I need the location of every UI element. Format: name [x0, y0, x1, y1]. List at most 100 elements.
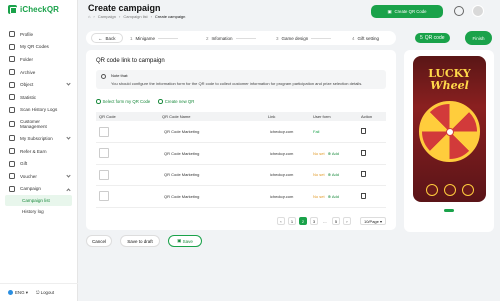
sidebar-item-label: Customer Management [20, 118, 47, 130]
gift-icon [9, 160, 15, 167]
sidebar-item-archive[interactable]: Archive [0, 66, 77, 79]
save-button[interactable]: ▣ Save [168, 235, 202, 247]
sidebar-subitem-campaign-list[interactable]: Campaign list [5, 195, 72, 207]
step-qr-code[interactable]: 5 QR code [415, 33, 450, 43]
qr-link[interactable]: icheckqr.com [252, 164, 310, 186]
megaphone-icon [9, 185, 15, 192]
preview-indicator [444, 209, 454, 212]
breadcrumb: ⌂ › Campaign › Campaign list › Create campa… [88, 14, 186, 19]
sidebar-item-gift[interactable]: Gift [0, 157, 77, 170]
trash-icon[interactable] [361, 149, 366, 156]
step-divider [158, 37, 179, 39]
gift-icon [444, 184, 456, 196]
folder-icon [9, 56, 15, 63]
create-qr-button[interactable]: ▣ Create QR Code [371, 5, 443, 18]
qr-name: QR Code Marketing [152, 164, 252, 186]
sidebar-item-campaign[interactable]: Campaign [0, 183, 77, 196]
logo[interactable]: iCheckQR [0, 0, 77, 18]
qr-thumbnail[interactable] [99, 191, 109, 202]
create-new-qr-link[interactable]: Create new QR [158, 99, 194, 104]
page-title: Create campaign [88, 3, 161, 13]
user-icon [9, 31, 15, 38]
back-label: Back [105, 35, 116, 41]
page-3[interactable]: 3 [309, 217, 318, 225]
sidebar: iCheckQR Profile My QR Codes Folder Arch… [0, 0, 78, 301]
sidebar-item-my-subscription[interactable]: My Subscription [0, 132, 77, 145]
back-button[interactable]: ← Back [91, 33, 123, 43]
status-badge: No set [313, 172, 325, 178]
user-form-cell: No set ⊕ Add [310, 185, 358, 208]
add-label: Add [331, 172, 339, 178]
sidebar-item-customer-management[interactable]: Customer Management [0, 116, 77, 132]
sidebar-subitem-history-log[interactable]: History log [0, 206, 77, 217]
add-form-button[interactable]: ⊕ Add [328, 172, 339, 177]
page-1[interactable]: 1 [287, 217, 296, 225]
table-row: QR Code Marketing icheckqr.com No set ⊕ A… [96, 164, 386, 186]
sidebar-nav: Profile My QR Codes Folder Archive Objec… [0, 28, 77, 217]
select-form-link[interactable]: Select form my QR Code [96, 99, 150, 104]
step-gift-setting[interactable]: 4 Gift setting [352, 36, 379, 41]
sidebar-item-label: Scan History Logs [20, 107, 58, 113]
step-label: QR code [424, 35, 445, 41]
sidebar-item-object[interactable]: Object [0, 78, 77, 91]
qr-link[interactable]: icheckqr.com [252, 121, 310, 143]
sidebar-item-refer-earn[interactable]: Refer & Earn [0, 145, 77, 158]
breadcrumb-campaign-list[interactable]: Campaign list [123, 14, 147, 19]
step-infomation[interactable]: 2 Infomation [206, 36, 256, 41]
sidebar-item-label: My QR Codes [20, 44, 49, 50]
cancel-button[interactable]: Cancel [86, 235, 112, 247]
qr-name: QR Code Marketing [152, 142, 252, 165]
home-icon[interactable]: ⌂ [88, 14, 90, 19]
info-icon [101, 73, 106, 79]
finish-button[interactable]: Finish [465, 31, 492, 45]
qr-thumbnail[interactable] [99, 126, 109, 137]
sidebar-item-label: Gift [20, 161, 28, 167]
qr-thumbnail[interactable] [99, 169, 109, 180]
sidebar-item-my-qr-codes[interactable]: My QR Codes [0, 41, 77, 54]
next-page-button[interactable]: › [342, 217, 351, 225]
qr-link[interactable]: icheckqr.com [252, 185, 310, 208]
note-title: Note that: [111, 73, 129, 78]
lucky-wheel [419, 101, 480, 162]
page-2[interactable]: 2 [298, 217, 307, 225]
ticket-icon [9, 173, 15, 180]
step-minigame[interactable]: 1 Minigame [130, 36, 179, 41]
trash-icon[interactable] [361, 171, 366, 178]
sidebar-item-voucher[interactable]: Voucher [0, 170, 77, 183]
step-active-pill: 5 QR code [415, 33, 450, 43]
sidebar-item-folder[interactable]: Folder [0, 53, 77, 66]
sidebar-item-statistic[interactable]: Statistic [0, 91, 77, 104]
sidebar-item-label: Object [20, 82, 34, 88]
trash-icon[interactable] [361, 192, 366, 199]
preview-title-line2: Wheel [430, 79, 469, 92]
qr-link[interactable]: icheckqr.com [252, 142, 310, 165]
sidebar-item-label: Statistic [20, 94, 37, 100]
share-icon [9, 148, 15, 155]
per-page-select[interactable]: 10/Page ▾ [359, 217, 386, 225]
step-divider [311, 37, 332, 39]
page-5[interactable]: 5 [331, 217, 340, 225]
avatar[interactable] [472, 5, 484, 17]
trash-icon[interactable] [361, 128, 366, 134]
qr-icon [9, 43, 15, 50]
step-number: 4 [352, 35, 355, 41]
qr-thumbnail[interactable] [99, 148, 109, 159]
language-select[interactable]: ENG ▾ [8, 290, 28, 296]
col-link: Link [252, 112, 310, 121]
step-game-design[interactable]: 3 Game design [276, 36, 332, 41]
prev-page-button[interactable]: ‹ [276, 217, 285, 225]
bell-icon[interactable] [454, 6, 464, 16]
sidebar-item-label: My Subscription [20, 135, 53, 141]
add-form-button[interactable]: ⊕ Add [328, 194, 339, 199]
status-badge: No set [313, 150, 325, 156]
qr-name: QR Code Marketing [152, 121, 252, 143]
table-header-row: QR Code QR Code Name Link User form Acti… [96, 112, 386, 121]
save-icon: ▣ [177, 238, 182, 243]
logout-button[interactable]: ⎋ Logout [36, 290, 54, 295]
breadcrumb-campaign[interactable]: Campaign [98, 14, 116, 19]
sidebar-item-scan-history[interactable]: Scan History Logs [0, 104, 77, 117]
sidebar-item-profile[interactable]: Profile [0, 28, 77, 41]
save-draft-button[interactable]: Save to draft [120, 235, 160, 247]
stepper: ← Back 1 Minigame 2 Infomation 3 Game design… [86, 31, 396, 45]
add-form-button[interactable]: ⊕ Add [328, 151, 339, 156]
